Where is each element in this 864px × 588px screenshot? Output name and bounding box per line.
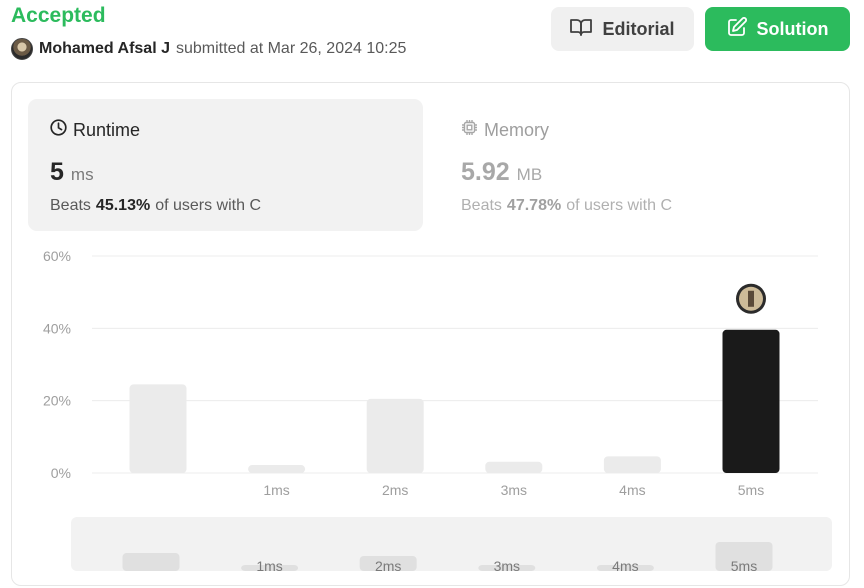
book-open-icon [570,18,593,41]
submission-status: Accepted [11,4,106,27]
solution-label: Solution [756,18,829,39]
editorial-label: Editorial [602,18,675,39]
runtime-bar[interactable] [603,456,661,473]
avatar[interactable] [11,38,33,60]
runtime-value: 5 ms [50,158,401,187]
y-tick-label: 40% [43,320,71,336]
brush-tick-label: 5ms [731,558,757,574]
memory-unit: MB [516,165,543,184]
clock-icon [50,119,67,141]
x-tick-label: 5ms [738,482,764,498]
memory-value: 5.92 MB [461,158,812,187]
memory-number: 5.92 [461,158,510,186]
x-tick-label: 4ms [619,482,645,498]
runtime-bar[interactable] [129,384,187,473]
runtime-unit: ms [70,165,94,184]
runtime-bar-active[interactable] [722,329,780,473]
y-tick-label: 20% [43,393,71,409]
solution-button[interactable]: Solution [705,7,850,51]
edit-icon [727,16,747,42]
author-name[interactable]: Mohamed Afsal J [39,40,170,58]
brush-tick-label: 3ms [494,558,520,574]
brush-tick-label: 4ms [612,558,638,574]
runtime-title-label: Runtime [73,119,141,140]
x-tick-label: 1ms [263,482,289,498]
runtime-bar[interactable] [366,398,424,473]
memory-beats-suffix: of users with C [566,197,672,214]
runtime-beats-prefix: Beats [50,197,91,214]
y-tick-label: 60% [43,248,71,264]
x-tick-label: 3ms [501,482,527,498]
memory-title: Memory [461,119,812,141]
editorial-button[interactable]: Editorial [551,7,694,51]
submitted-time: submitted at Mar 26, 2024 10:25 [176,40,407,57]
y-tick-label: 0% [51,465,71,481]
runtime-beats-suffix: of users with C [155,197,261,214]
runtime-beats: Beats 45.13% of users with C [50,197,401,215]
avatar[interactable] [736,283,766,314]
chip-icon [461,119,478,141]
brush-tick-label: 2ms [375,558,401,574]
brush-bar [122,553,180,571]
runtime-bar[interactable] [248,465,306,473]
runtime-card[interactable]: Runtime 5 ms Beats 45.13% of users with … [28,99,423,231]
runtime-bar[interactable] [485,461,543,473]
submission-byline: Mohamed Afsal J submitted at Mar 26, 202… [11,38,406,60]
x-tick-label: 2ms [382,482,408,498]
runtime-title: Runtime [50,119,401,141]
memory-card[interactable]: Memory 5.92 MB Beats 47.78% of users wit… [439,99,834,231]
brush-tick-label: 1ms [256,558,282,574]
runtime-beats-pct: 45.13% [95,197,151,214]
memory-title-label: Memory [484,119,550,140]
memory-beats-pct: 47.78% [506,197,562,214]
memory-beats: Beats 47.78% of users with C [461,197,812,215]
runtime-number: 5 [50,158,64,186]
memory-beats-prefix: Beats [461,197,502,214]
